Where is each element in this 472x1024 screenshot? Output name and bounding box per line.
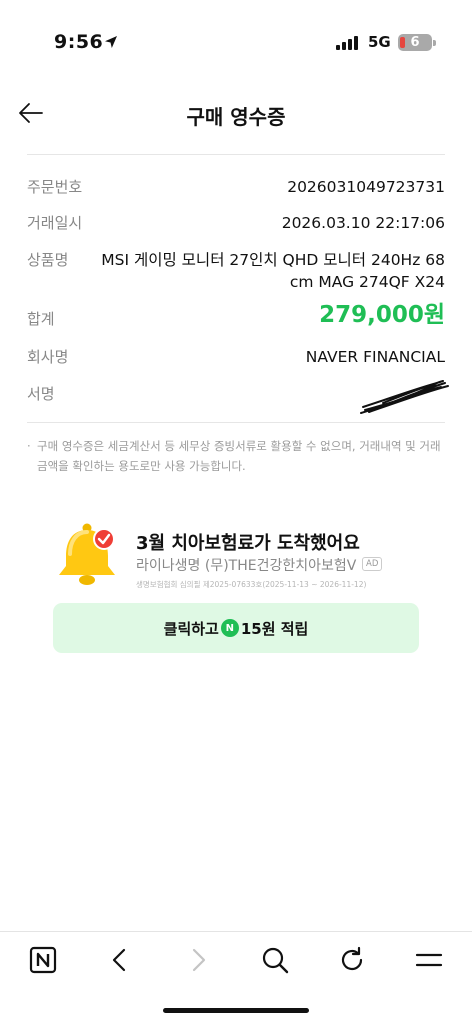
receipt-notice: · 구매 영수증은 세금계산서 등 세무상 증빙서류로 활용할 수 없으며, 거… — [27, 436, 447, 476]
total-label: 합계 — [27, 310, 55, 328]
ad-badge: AD — [362, 557, 383, 571]
ad-reward-button[interactable]: 클릭하고 N 15원 적립 — [53, 603, 419, 653]
total-amount: 279,000원 — [319, 302, 445, 328]
product-name-line1: MSI 게이밍 모니터 27인치 QHD 모니터 240Hz 68 — [101, 251, 445, 269]
signature-scribble — [360, 380, 449, 414]
ad-fine-print: 생명보험협회 심의필 제2025-07633호(2025-11-13 ~ 202… — [136, 580, 367, 589]
ad-subtitle[interactable]: 라이나생명 (무)THE건강한치아보험V — [136, 555, 356, 575]
order-number-value: 2026031049723731 — [287, 178, 445, 196]
page-title: 구매 영수증 — [186, 105, 286, 129]
battery-cap — [433, 40, 436, 46]
ad-button-suffix: 15원 적립 — [240, 619, 309, 638]
bullet-icon: · — [27, 439, 31, 453]
ad-button-prefix: 클릭하고 — [163, 619, 219, 638]
bell-icon — [59, 523, 115, 585]
signature-label: 서명 — [27, 385, 55, 403]
notice-text: 구매 영수증은 세금계산서 등 세무상 증빙서류로 활용할 수 없으며, 거래내… — [37, 439, 441, 473]
company-value: NAVER FINANCIAL — [305, 348, 445, 366]
home-indicator[interactable] — [163, 1008, 309, 1013]
trade-date-label: 거래일시 — [27, 214, 83, 232]
naver-pay-coin-icon: N — [220, 619, 239, 637]
naver-home-icon[interactable] — [28, 945, 58, 975]
product-value: MSI 게이밍 모니터 27인치 QHD 모니터 240Hz 68 cm MAG… — [101, 249, 445, 293]
menu-icon[interactable] — [414, 945, 444, 975]
status-time: 9:56 — [54, 31, 104, 53]
search-icon[interactable] — [260, 945, 290, 975]
ad-title[interactable]: 3월 치아보험료가 도착했어요 — [136, 529, 360, 555]
battery-icon: 6 — [398, 34, 432, 51]
product-name-line2: cm MAG 274QF X24 — [289, 273, 445, 291]
order-number-label: 주문번호 — [27, 178, 83, 196]
network-type: 5G — [368, 33, 391, 51]
location-arrow-icon — [105, 36, 117, 48]
signal-icon — [336, 36, 358, 50]
company-label: 회사명 — [27, 348, 69, 366]
header: 구매 영수증 — [0, 84, 472, 140]
divider-bottom — [27, 422, 445, 423]
battery-level: 6 — [410, 35, 420, 50]
refresh-icon[interactable] — [337, 945, 367, 975]
status-bar: 9:56 5G 6 — [0, 0, 472, 70]
trade-date-value: 2026.03.10 22:17:06 — [281, 214, 445, 232]
back-icon[interactable] — [105, 945, 135, 975]
product-label: 상품명 — [27, 251, 69, 269]
divider-top — [27, 154, 445, 155]
forward-icon[interactable] — [183, 945, 213, 975]
